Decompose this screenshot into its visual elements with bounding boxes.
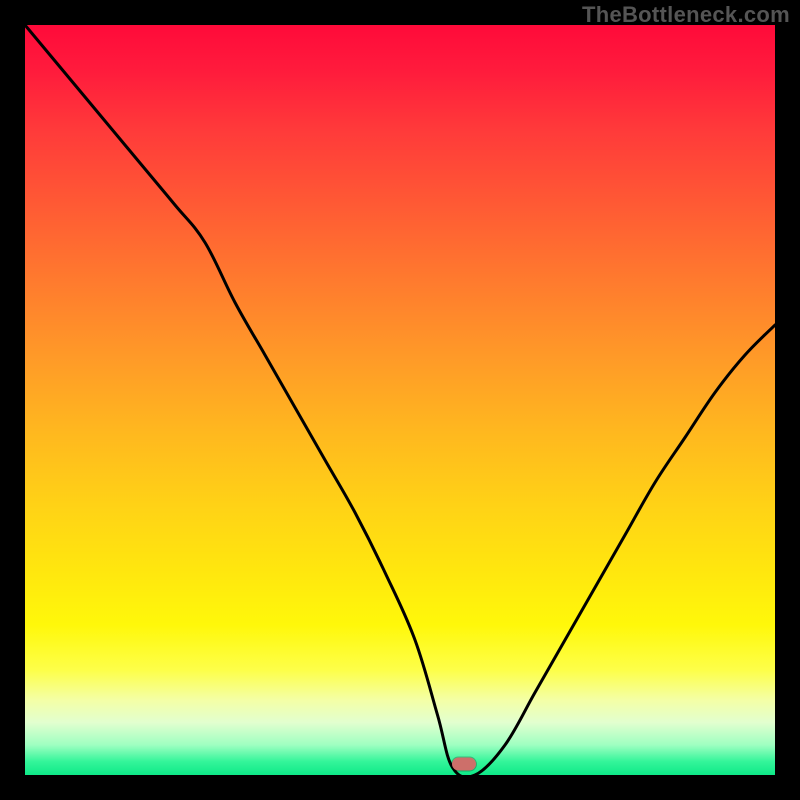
watermark-text: TheBottleneck.com xyxy=(582,2,790,28)
bottleneck-curve xyxy=(25,25,775,775)
curve-path xyxy=(25,25,775,775)
valley-marker xyxy=(452,757,476,770)
plot-area xyxy=(25,25,775,775)
chart-frame: TheBottleneck.com xyxy=(0,0,800,800)
